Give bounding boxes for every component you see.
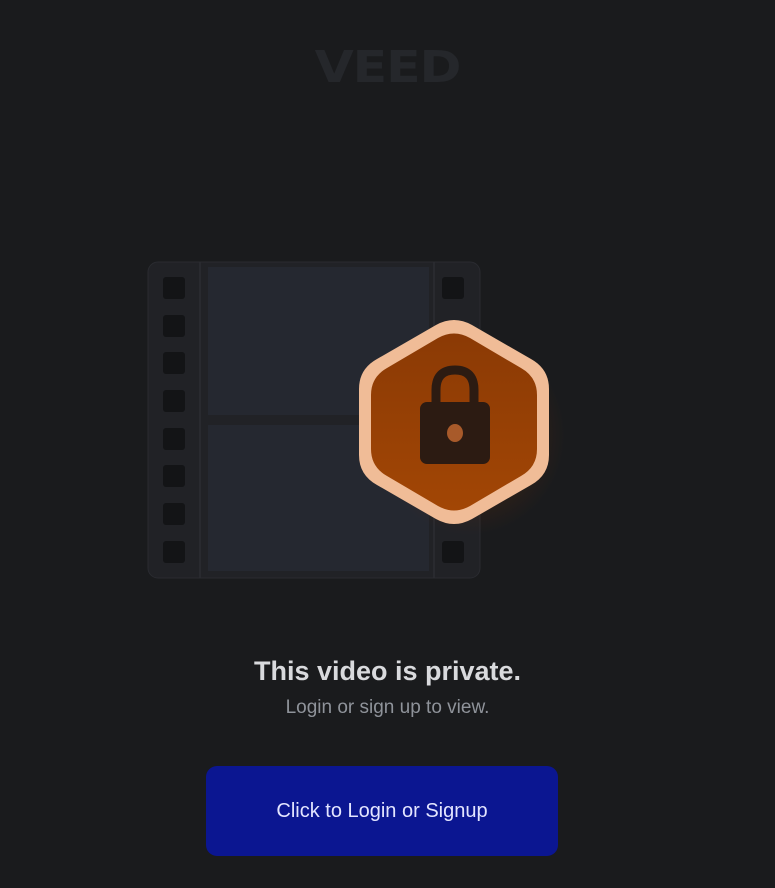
private-video-title: This video is private.	[253, 656, 522, 686]
private-video-subtitle: Login or sign up to view.	[285, 697, 490, 718]
private-video-illustration	[147, 261, 565, 579]
veed-logo: VEED	[314, 42, 462, 93]
login-signup-button[interactable]: Click to Login or Signup	[206, 766, 558, 856]
private-video-page: VEED This video is private. Login or sig…	[0, 0, 775, 888]
